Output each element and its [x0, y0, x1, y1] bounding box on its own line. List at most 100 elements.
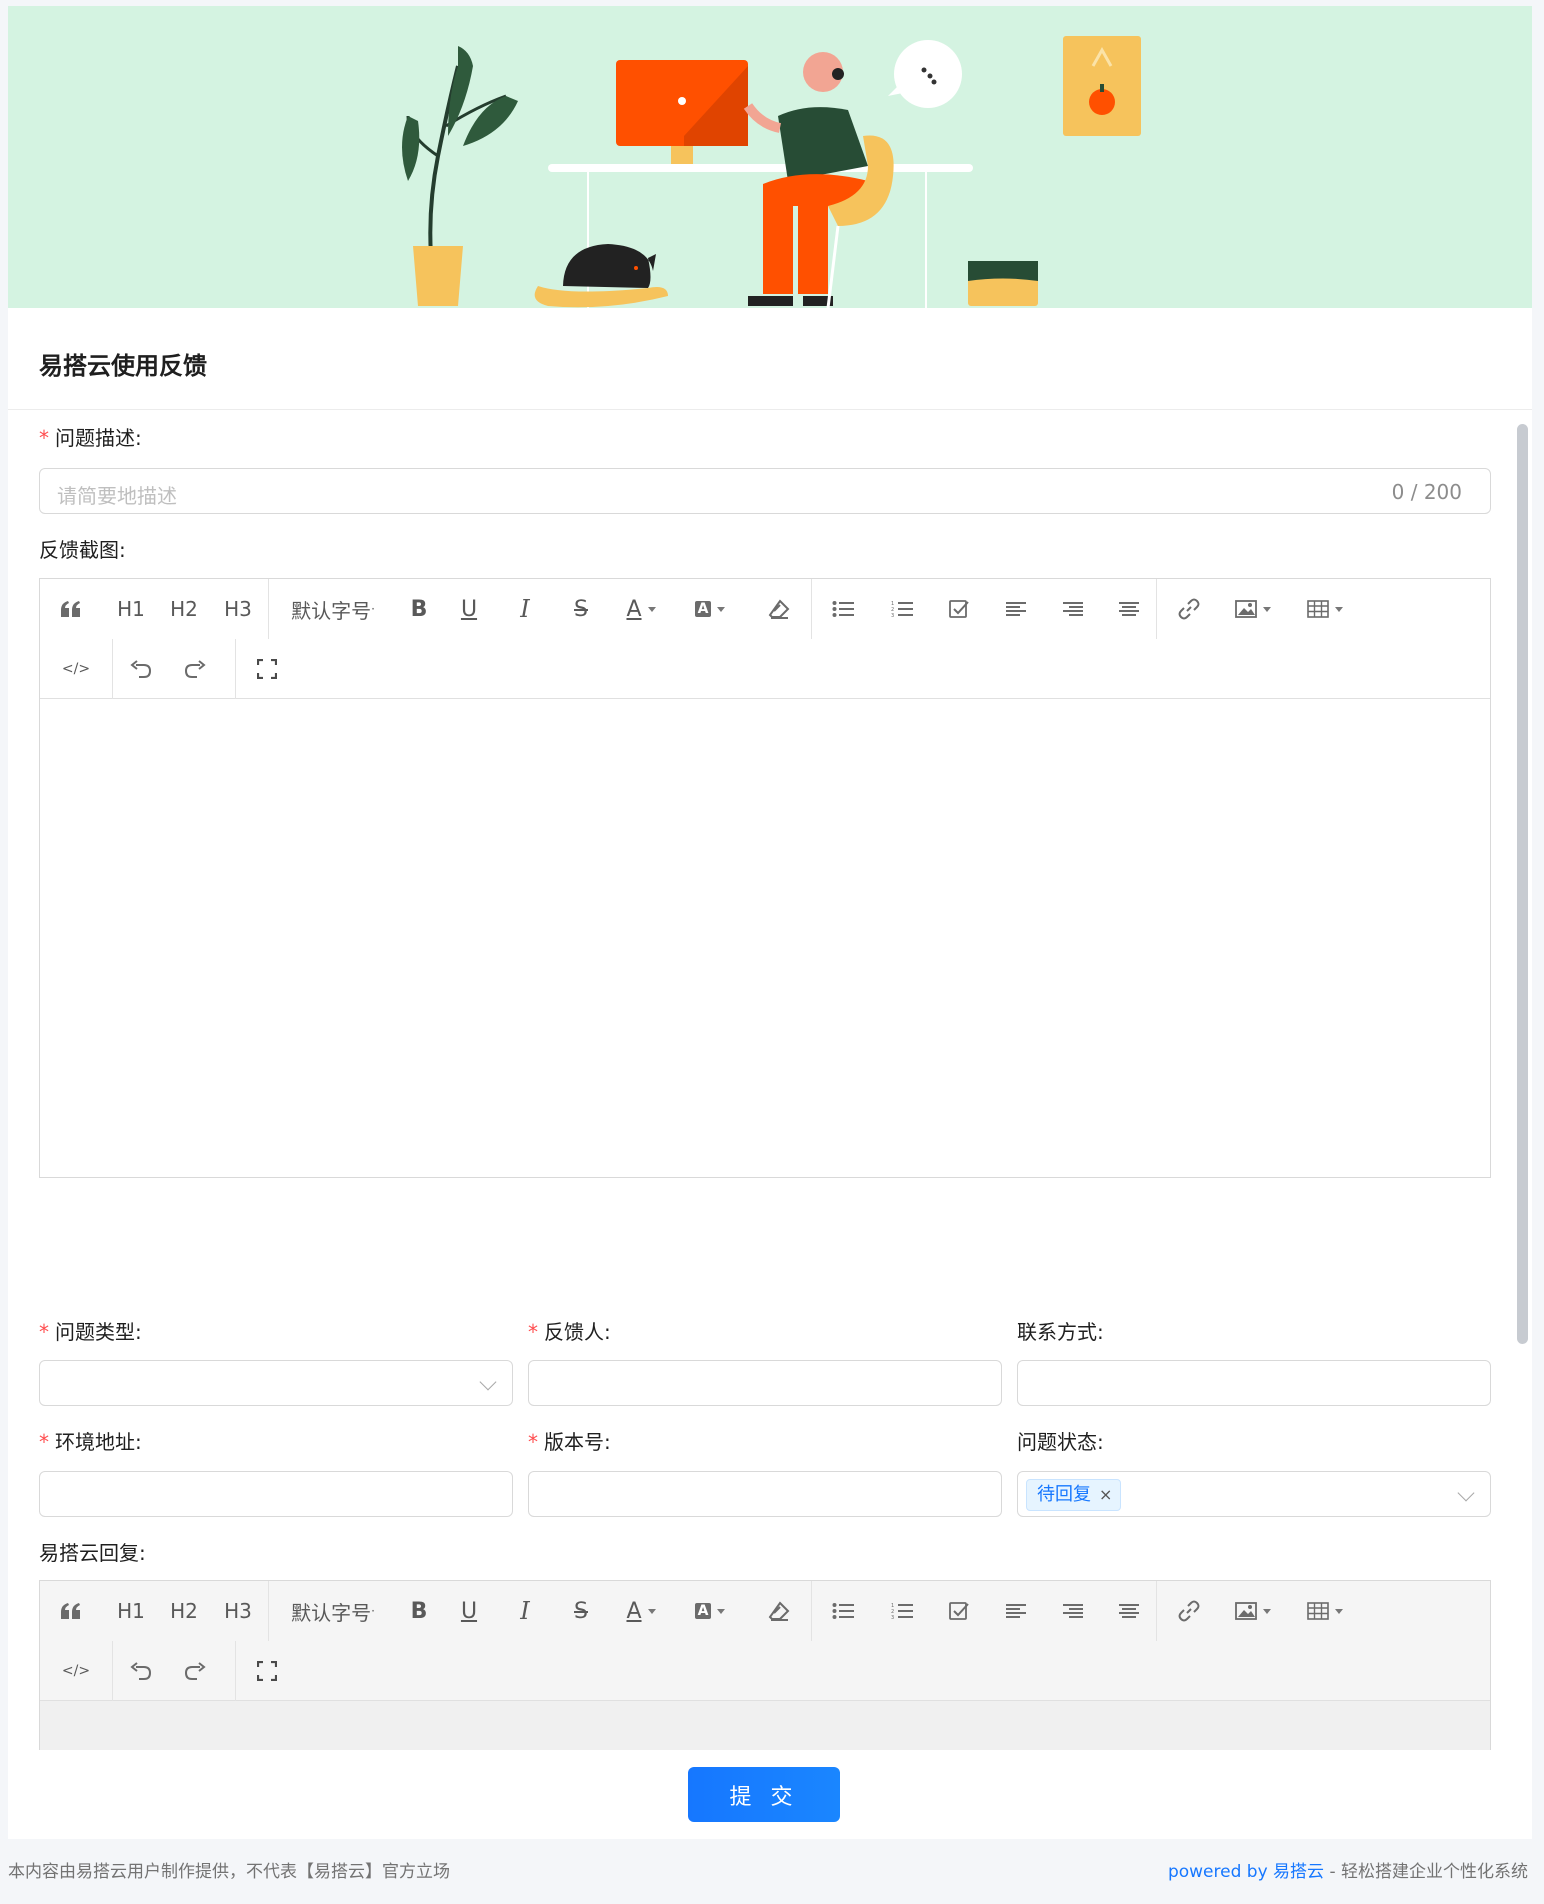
problem-type-label-text: 问题类型:: [55, 1320, 142, 1344]
screenshot-editor-content[interactable]: [40, 699, 1490, 1177]
footer-tagline: - 轻松搭建企业个性化系统: [1324, 1862, 1528, 1882]
scrollbar[interactable]: [1517, 420, 1528, 1750]
feedback-card: 易搭云使用反馈 * 问题描述: 请简要地描述 0 / 200 反馈截图: H1 H…: [8, 6, 1532, 1839]
task-list-icon[interactable]: [930, 589, 988, 629]
table-icon: [1285, 1591, 1365, 1631]
underline-icon: U: [460, 1598, 478, 1624]
eraser-icon[interactable]: [747, 589, 811, 629]
footer-disclaimer: 本内容由易搭云用户制作提供，不代表【易搭云】官方立场: [8, 1862, 450, 1882]
chevron-down-icon: [479, 1373, 497, 1391]
bold-icon: B: [410, 1598, 428, 1624]
font-size-select[interactable]: 默认字号 ·: [269, 589, 397, 629]
ordered-list-icon[interactable]: 123: [874, 589, 930, 629]
heading1-button: H1: [117, 1599, 145, 1623]
chevron-down-icon: [1457, 1484, 1475, 1502]
version-label: * 版本号:: [528, 1426, 611, 1455]
quote-icon: [40, 1591, 102, 1631]
problem-type-select[interactable]: [39, 1360, 513, 1406]
form-title: 易搭云使用反馈: [39, 352, 207, 380]
feedback-person-label-text: 反馈人:: [544, 1320, 611, 1344]
code-view-icon: </>: [61, 1663, 91, 1679]
heading3-button: H3: [224, 1599, 252, 1623]
bold-icon[interactable]: B: [397, 589, 441, 629]
italic-icon[interactable]: I: [497, 589, 553, 629]
link-icon: [1157, 1591, 1221, 1631]
problem-desc-input[interactable]: 请简要地描述 0 / 200: [39, 468, 1491, 514]
align-right-icon[interactable]: [1044, 589, 1102, 629]
problem-desc-placeholder: 请简要地描述: [57, 484, 177, 508]
env-address-label: * 环境地址:: [39, 1426, 142, 1455]
align-center-icon[interactable]: [1102, 589, 1156, 629]
version-label-text: 版本号:: [544, 1430, 611, 1454]
reply-label: 易搭云回复:: [39, 1541, 146, 1565]
scrollbar-thumb[interactable]: [1517, 424, 1528, 1344]
svg-text:3: 3: [891, 613, 894, 618]
align-left-icon[interactable]: [988, 589, 1044, 629]
editor-toolbar: H1 H2 H3 默认字号 · B U I S A A 1 2 3 </>: [40, 579, 1490, 699]
table-icon[interactable]: [1285, 589, 1365, 629]
strikethrough-icon: S: [574, 1598, 588, 1624]
background-color-icon[interactable]: A: [673, 589, 747, 629]
status-tag: 待回复 ×: [1026, 1479, 1122, 1511]
font-color-icon[interactable]: A: [609, 589, 673, 629]
reply-editor-toolbar: H1 H2 H3 默认字号 · B U I S A A 1 2 3 </>: [40, 1581, 1490, 1701]
heading2-button: H2: [170, 1599, 198, 1623]
fullscreen-icon[interactable]: [236, 649, 298, 689]
image-icon[interactable]: [1221, 589, 1285, 629]
submit-button[interactable]: 提 交: [688, 1767, 840, 1822]
svg-text:3: 3: [891, 1615, 894, 1620]
required-mark: *: [39, 1320, 49, 1344]
required-mark: *: [39, 426, 49, 450]
problem-status-label: 问题状态:: [1017, 1430, 1104, 1454]
undo-icon[interactable]: [113, 649, 169, 689]
bullet-list-icon: [812, 1591, 874, 1631]
plant-illustration: [402, 46, 518, 306]
problem-status-select[interactable]: 待回复 ×: [1017, 1471, 1491, 1517]
contact-input[interactable]: [1017, 1360, 1491, 1406]
italic-icon: I: [520, 1597, 530, 1625]
heading1-button[interactable]: H1: [102, 589, 160, 629]
toolbar-row-1: H1 H2 H3 默认字号 · B U I S A A 1 2 3: [40, 1581, 1365, 1641]
close-icon[interactable]: ×: [1099, 1480, 1112, 1510]
strikethrough-icon[interactable]: S: [553, 589, 609, 629]
feedback-person-input[interactable]: [528, 1360, 1002, 1406]
problem-type-label: * 问题类型:: [39, 1316, 142, 1345]
footer-powered-by: powered by 易搭云 - 轻松搭建企业个性化系统: [1168, 1857, 1528, 1882]
undo-icon: [113, 1651, 169, 1691]
task-list-icon: [930, 1591, 988, 1631]
underline-icon[interactable]: U: [441, 589, 497, 629]
redo-icon: [169, 1651, 221, 1691]
feedback-person-label: * 反馈人:: [528, 1316, 611, 1345]
version-input[interactable]: [528, 1471, 1002, 1517]
problem-desc-label: * 问题描述:: [39, 422, 142, 451]
contact-label: 联系方式:: [1017, 1320, 1104, 1344]
code-view-icon[interactable]: </>: [40, 649, 112, 689]
link-icon[interactable]: [1157, 589, 1221, 629]
font-color-icon: A: [609, 1591, 673, 1631]
background-color-icon: A: [673, 1591, 747, 1631]
env-address-input[interactable]: [39, 1471, 513, 1517]
font-size-label: 默认字号: [291, 598, 372, 623]
screenshot-rich-editor[interactable]: H1 H2 H3 默认字号 · B U I S A A 1 2 3 </>: [39, 578, 1491, 1178]
align-right-icon: [1044, 1591, 1102, 1631]
powered-by-link[interactable]: powered by 易搭云: [1168, 1862, 1324, 1882]
image-icon: [1221, 1591, 1285, 1631]
status-tag-label: 待回复: [1037, 1484, 1091, 1505]
env-address-label-text: 环境地址:: [55, 1430, 142, 1454]
reply-rich-editor: H1 H2 H3 默认字号 · B U I S A A 1 2 3 </>: [39, 1580, 1491, 1750]
fullscreen-icon: [236, 1651, 298, 1691]
quote-icon[interactable]: [40, 589, 102, 629]
toolbar-row-2: </>: [40, 1641, 298, 1701]
required-mark: *: [528, 1430, 538, 1454]
heading2-button[interactable]: H2: [160, 589, 208, 629]
banner-illustration: [8, 6, 1532, 308]
font-size-label: 默认字号: [291, 1600, 372, 1625]
redo-icon[interactable]: [169, 649, 221, 689]
required-mark: *: [528, 1320, 538, 1344]
ordered-list-icon: 123: [874, 1591, 930, 1631]
bullet-list-icon[interactable]: [812, 589, 874, 629]
heading3-button[interactable]: H3: [208, 589, 268, 629]
form-header: 易搭云使用反馈: [8, 308, 1532, 410]
reply-editor-content: [40, 1701, 1490, 1750]
screenshot-label: 反馈截图:: [39, 538, 126, 562]
